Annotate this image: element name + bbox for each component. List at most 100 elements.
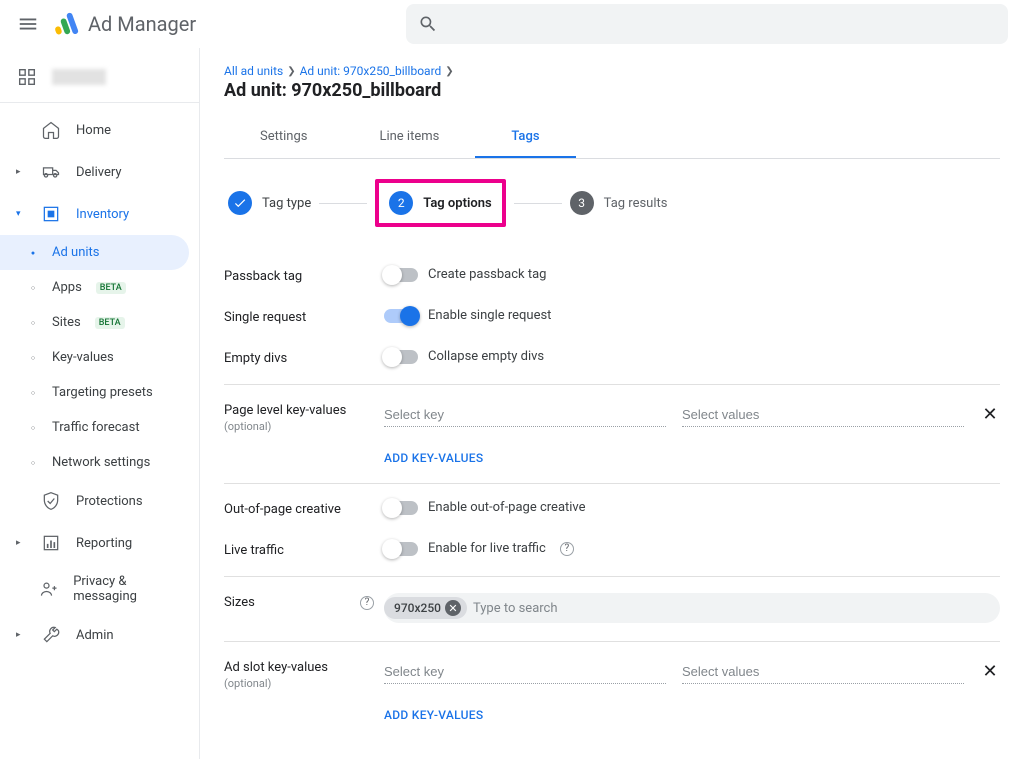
sidebar-label: Key-values xyxy=(52,350,114,365)
sidebar-subitem-ad-units[interactable]: ● Ad units xyxy=(0,235,189,270)
add-key-values-button[interactable]: ADD KEY-VALUES xyxy=(384,708,1000,722)
sidebar-subitem-key-values[interactable]: ○ Key-values xyxy=(0,340,199,375)
sidebar: Home ▸ Delivery ▾ Inventory ● Ad units ○… xyxy=(0,48,200,759)
app-header: Ad Manager xyxy=(0,0,1024,48)
search-icon xyxy=(418,14,438,34)
sizes-input[interactable]: 970x250 ✕ Type to search xyxy=(384,593,1000,623)
bullet-icon: ○ xyxy=(28,283,38,293)
step-connector xyxy=(319,203,367,204)
main-content: All ad units ❯ Ad unit: 970x250_billboar… xyxy=(200,48,1024,759)
toggle-live-traffic[interactable] xyxy=(384,542,418,556)
bullet-icon: ○ xyxy=(28,388,38,398)
close-icon[interactable]: ✕ xyxy=(980,661,1000,681)
optional-text: (optional) xyxy=(224,420,384,433)
add-key-values-button[interactable]: ADD KEY-VALUES xyxy=(384,451,1000,465)
bullet-icon: ○ xyxy=(28,423,38,433)
chip-placeholder: Type to search xyxy=(473,601,568,616)
toggle-label: Enable for live traffic xyxy=(428,541,546,556)
sidebar-item-protections[interactable]: Protections xyxy=(0,480,199,522)
sidebar-item-inventory[interactable]: ▾ Inventory xyxy=(0,193,199,235)
chevron-right-icon: ▸ xyxy=(16,167,26,177)
tab-line-items[interactable]: Line items xyxy=(343,117,475,158)
chart-icon xyxy=(40,532,62,554)
step-tag-type[interactable]: Tag type xyxy=(228,191,311,215)
bullet-icon: ● xyxy=(28,248,38,258)
search-input[interactable] xyxy=(406,4,1008,44)
help-icon[interactable]: ? xyxy=(360,596,374,610)
sidebar-item-admin[interactable]: ▸ Admin xyxy=(0,614,199,656)
home-icon xyxy=(40,119,62,141)
sidebar-label: Traffic forecast xyxy=(52,420,140,435)
sidebar-label: Ad units xyxy=(52,245,100,260)
row-label: Sizes ? xyxy=(224,593,384,610)
row-passback: Passback tag Create passback tag xyxy=(224,255,1000,296)
row-label: Out-of-page creative xyxy=(224,500,384,517)
chip-text: 970x250 xyxy=(394,601,441,615)
sidebar-label: Inventory xyxy=(76,207,129,222)
bullet-icon: ○ xyxy=(28,353,38,363)
row-label: Empty divs xyxy=(224,349,384,366)
breadcrumb-all[interactable]: All ad units xyxy=(224,64,283,78)
sidebar-item-delivery[interactable]: ▸ Delivery xyxy=(0,151,199,193)
network-selector[interactable] xyxy=(0,56,199,103)
help-icon[interactable]: ? xyxy=(560,542,574,556)
row-label: Single request xyxy=(224,308,384,325)
page-title: Ad unit: 970x250_billboard xyxy=(224,80,1000,101)
sidebar-label: Sites xyxy=(52,315,81,330)
tab-tags[interactable]: Tags xyxy=(475,117,575,158)
beta-badge: BETA xyxy=(95,317,125,329)
sidebar-label: Home xyxy=(76,123,111,138)
breadcrumb-unit[interactable]: Ad unit: 970x250_billboard xyxy=(300,64,442,78)
row-label: Page level key-values (optional) xyxy=(224,401,384,433)
sidebar-subitem-targeting-presets[interactable]: ○ Targeting presets xyxy=(0,375,199,410)
step-check-icon xyxy=(228,191,252,215)
step-number: 2 xyxy=(389,191,413,215)
sidebar-subitem-apps[interactable]: ○ Apps BETA xyxy=(0,270,199,305)
breadcrumb: All ad units ❯ Ad unit: 970x250_billboar… xyxy=(224,64,1000,78)
toggle-single-request[interactable] xyxy=(384,309,418,323)
step-tag-results[interactable]: 3 Tag results xyxy=(570,191,668,215)
row-out-of-page: Out-of-page creative Enable out-of-page … xyxy=(224,488,1000,529)
select-values-input[interactable] xyxy=(682,658,964,684)
toggle-out-of-page[interactable] xyxy=(384,501,418,515)
sidebar-subitem-network-settings[interactable]: ○ Network settings xyxy=(0,445,199,480)
step-label: Tag type xyxy=(262,196,311,211)
sidebar-label: Admin xyxy=(76,628,114,643)
optional-text: (optional) xyxy=(224,677,384,690)
tab-settings[interactable]: Settings xyxy=(224,117,343,158)
row-label-text: Page level key-values xyxy=(224,403,346,418)
privacy-icon xyxy=(39,578,59,600)
truck-icon xyxy=(40,161,62,183)
ad-manager-logo-icon xyxy=(52,10,80,38)
row-live-traffic: Live traffic Enable for live traffic ? xyxy=(224,529,1000,577)
wrench-icon xyxy=(40,624,62,646)
chevron-right-icon: ❯ xyxy=(445,66,453,77)
sidebar-item-reporting[interactable]: ▸ Reporting xyxy=(0,522,199,564)
toggle-passback[interactable] xyxy=(384,268,418,282)
sidebar-item-home[interactable]: Home xyxy=(0,109,199,151)
sidebar-subitem-sites[interactable]: ○ Sites BETA xyxy=(0,305,199,340)
sidebar-item-privacy[interactable]: Privacy & messaging xyxy=(0,564,199,614)
sidebar-subitem-traffic-forecast[interactable]: ○ Traffic forecast xyxy=(0,410,199,445)
hamburger-menu-icon[interactable] xyxy=(16,12,40,36)
size-chip: 970x250 ✕ xyxy=(384,597,467,619)
row-label: Live traffic xyxy=(224,541,384,558)
chevron-right-icon: ▸ xyxy=(16,538,26,548)
select-values-input[interactable] xyxy=(682,401,964,427)
step-label: Tag options xyxy=(423,196,491,211)
close-icon[interactable]: ✕ xyxy=(980,404,1000,424)
app-logo[interactable]: Ad Manager xyxy=(52,10,196,38)
select-key-input[interactable] xyxy=(384,401,666,427)
row-label-text: Sizes xyxy=(224,595,255,610)
step-label: Tag results xyxy=(604,196,668,211)
row-sizes: Sizes ? 970x250 ✕ Type to search xyxy=(224,581,1000,642)
row-single-request: Single request Enable single request xyxy=(224,296,1000,337)
toggle-empty-divs[interactable] xyxy=(384,350,418,364)
bullet-icon: ○ xyxy=(28,458,38,468)
row-label: Passback tag xyxy=(224,267,384,284)
select-key-input[interactable] xyxy=(384,658,666,684)
step-tag-options[interactable]: 2 Tag options xyxy=(389,191,491,215)
shield-icon xyxy=(40,490,62,512)
chip-remove-icon[interactable]: ✕ xyxy=(445,600,461,616)
tabs: Settings Line items Tags xyxy=(224,117,1000,159)
